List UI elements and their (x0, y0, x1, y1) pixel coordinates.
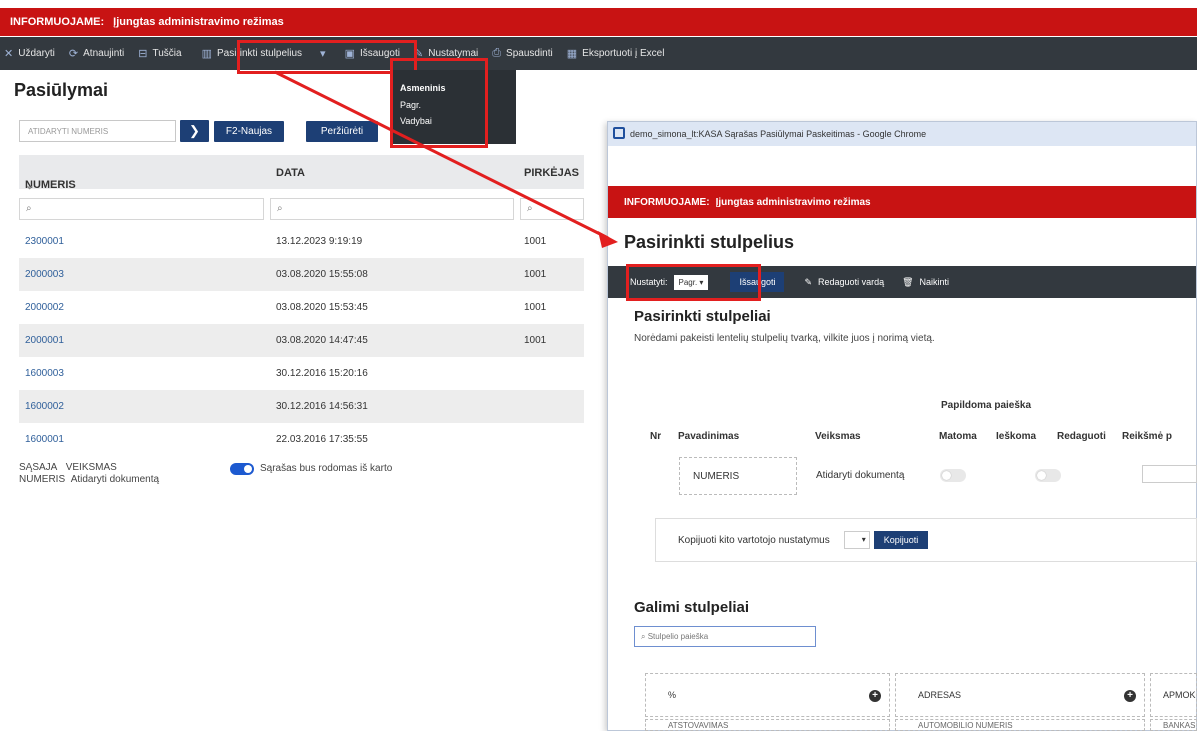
arrow-head (598, 231, 618, 248)
arrow-line (274, 70, 609, 240)
annotation-arrow (274, 70, 618, 248)
